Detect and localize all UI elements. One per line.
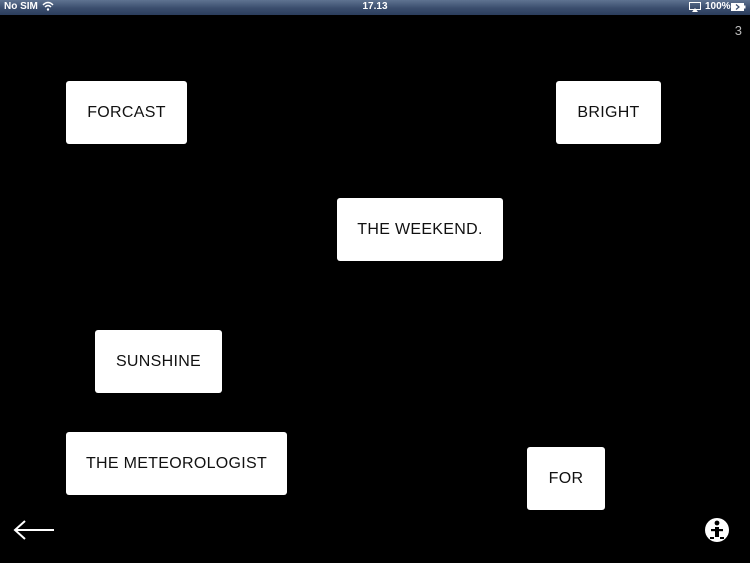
word-card-sunshine[interactable]: SUNSHINE [95, 330, 222, 393]
word-card-the-weekend[interactable]: THE WEEKEND. [337, 198, 503, 261]
airplay-icon [689, 2, 701, 12]
battery-percent: 100% [705, 1, 731, 12]
status-bar: No SIM 17.13 100% [0, 0, 750, 15]
back-arrow-icon[interactable] [12, 518, 56, 542]
clock-time: 17.13 [362, 1, 388, 12]
word-card-bright[interactable]: BRIGHT [556, 81, 661, 144]
battery-icon [731, 3, 746, 11]
word-card-forcast[interactable]: FORCAST [66, 81, 187, 144]
accessibility-info-icon[interactable] [704, 516, 730, 544]
word-card-for[interactable]: FOR [527, 447, 605, 510]
word-card-the-meteorologist[interactable]: THE METEOROLOGIST [66, 432, 287, 495]
page-number: 3 [734, 23, 742, 38]
